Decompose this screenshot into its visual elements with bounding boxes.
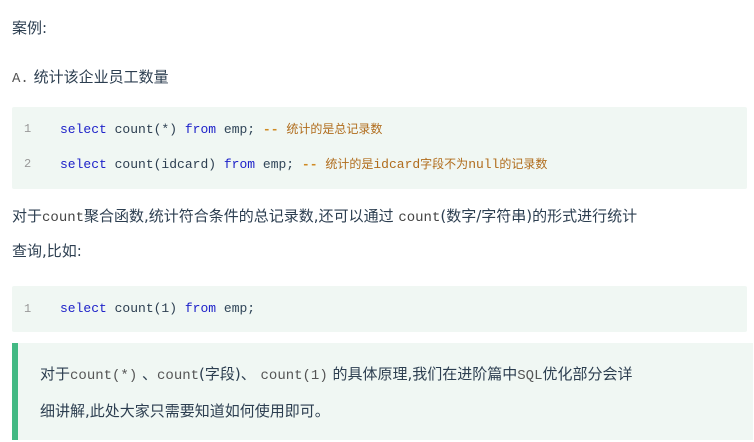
inline-code: count: [398, 210, 441, 226]
section-title: 案例:: [12, 19, 48, 37]
line-number: 1: [24, 122, 32, 136]
subheading-text: 统计该企业员工数量: [33, 68, 169, 86]
inline-code: count: [42, 210, 85, 226]
code-text: select count(*) from emp; -- 统计的是总记录数: [60, 118, 382, 141]
comment-text: 统计的是总记录数: [286, 122, 383, 136]
keyword-select: select: [60, 122, 107, 137]
keyword-from: from: [184, 122, 217, 137]
tip-segment: 、: [137, 365, 158, 383]
paragraph-text: (数字/字符串)的形式进行统计: [440, 207, 638, 225]
table-name: emp;: [262, 157, 295, 172]
comment-text: 的记录数: [499, 157, 548, 171]
explanation-paragraph: 对于count聚合函数,统计符合条件的总记录数,还可以通过 count(数字/字…: [12, 200, 747, 268]
table-name: emp;: [223, 122, 256, 137]
comment-marker: --: [301, 157, 318, 172]
comment-marker: --: [262, 122, 279, 137]
code-block-count-1: 1 select count(1) from emp;: [12, 286, 747, 332]
table-name: emp;: [223, 301, 256, 316]
inline-code: SQL: [517, 368, 543, 384]
tip-segment: (字段)、: [199, 365, 261, 383]
tip-segment: 的具体原理,我们在进阶篇中: [327, 365, 518, 383]
comment-code: idcard: [373, 157, 421, 172]
keyword-from: from: [184, 301, 217, 316]
tip-note: 对于count(*) 、count(字段)、 count(1) 的具体原理,我们…: [12, 343, 753, 440]
code-text: select count(1) from emp;: [60, 298, 255, 320]
function-count: count(*): [114, 122, 178, 137]
line-number: 1: [24, 302, 32, 316]
subheading-letter: A.: [12, 71, 29, 87]
function-count: count(1): [114, 301, 178, 316]
paragraph-line: 查询,比如:: [12, 242, 82, 260]
keyword-select: select: [60, 157, 107, 172]
subheading: A. 统计该企业员工数量: [12, 66, 169, 87]
comment-text: 字段不为: [420, 157, 469, 171]
inline-code: count(1): [260, 368, 328, 384]
tip-line: 对于count(*) 、count(字段)、 count(1) 的具体原理,我们…: [40, 357, 740, 394]
paragraph-text: 对于: [12, 207, 43, 225]
tip-text: 对于count(*) 、count(字段)、 count(1) 的具体原理,我们…: [40, 357, 740, 429]
tip-line: 细讲解,此处大家只需要知道如何使用即可。: [40, 402, 330, 420]
tip-segment: 对于: [40, 365, 71, 383]
code-block-count: 1 select count(*) from emp; -- 统计的是总记录数 …: [12, 107, 747, 189]
keyword-from: from: [223, 157, 256, 172]
inline-code: count: [157, 368, 200, 384]
comment-code: null: [468, 157, 500, 172]
line-number: 2: [24, 157, 32, 171]
tip-segment: 优化部分会详: [542, 365, 633, 383]
function-count: count(idcard): [114, 157, 217, 172]
inline-code: count(*): [70, 368, 138, 384]
keyword-select: select: [60, 301, 107, 316]
paragraph-text: 聚合函数,统计符合条件的总记录数,还可以通过: [84, 207, 399, 225]
comment-text: 统计的是: [325, 157, 374, 171]
paragraph-line: 对于count聚合函数,统计符合条件的总记录数,还可以通过 count(数字/字…: [12, 200, 747, 235]
code-text: select count(idcard) from emp; -- 统计的是id…: [60, 153, 547, 176]
